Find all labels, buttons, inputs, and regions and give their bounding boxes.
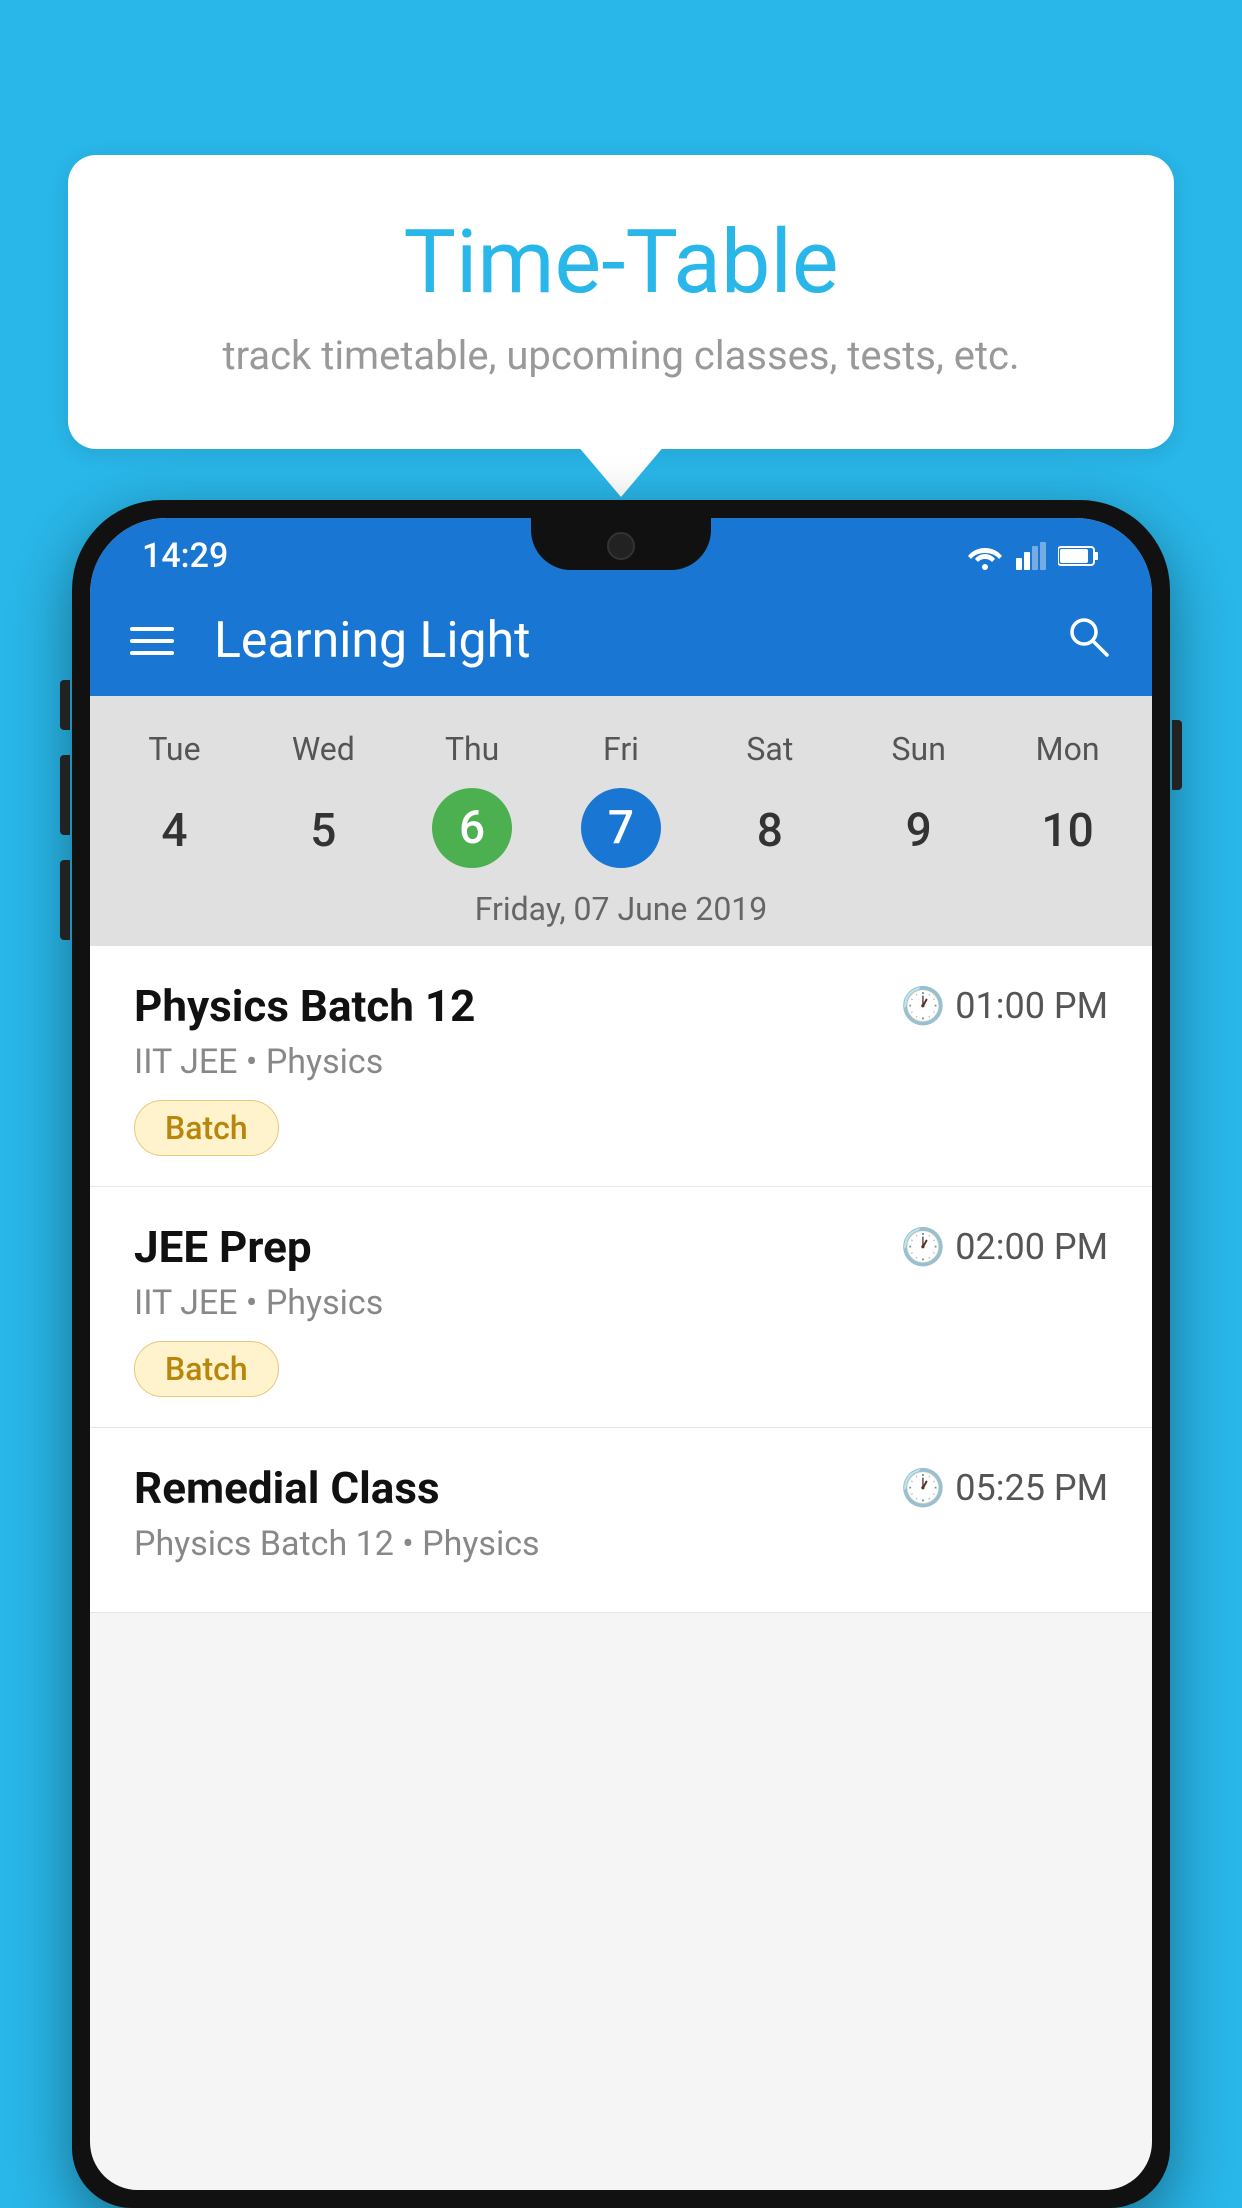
schedule-item-3[interactable]: Remedial Class 🕐 05:25 PM Physics Batch …: [90, 1428, 1152, 1613]
schedule-item-3-time: 🕐 05:25 PM: [900, 1467, 1108, 1509]
volume-up-button: [60, 680, 70, 730]
hamburger-line-3: [130, 651, 174, 655]
days-row: Tue Wed Thu Fri Sat Sun Mon: [90, 720, 1152, 778]
clock-icon-3: 🕐: [900, 1467, 945, 1509]
schedule-item-2[interactable]: JEE Prep 🕐 02:00 PM IIT JEE • Physics Ba…: [90, 1187, 1152, 1428]
day-label-wed: Wed: [249, 720, 398, 778]
schedule-item-3-header: Remedial Class 🕐 05:25 PM: [134, 1462, 1108, 1514]
schedule-item-1-meta: IIT JEE • Physics: [134, 1042, 1108, 1082]
schedule-list: Physics Batch 12 🕐 01:00 PM IIT JEE • Ph…: [90, 946, 1152, 1613]
battery-icon: [1058, 545, 1100, 567]
schedule-item-3-name: Remedial Class: [134, 1462, 440, 1514]
app-title: Learning Light: [214, 612, 1024, 670]
schedule-item-1-time: 🕐 01:00 PM: [900, 985, 1108, 1027]
notch: [531, 518, 711, 570]
schedule-item-2-header: JEE Prep 🕐 02:00 PM: [134, 1221, 1108, 1273]
phone-frame: 14:29: [72, 500, 1170, 2208]
calendar-strip: Tue Wed Thu Fri Sat Sun Mon 4 5 6 7 8 9 …: [90, 696, 1152, 946]
clock-icon-2: 🕐: [900, 1226, 945, 1268]
day-label-sun: Sun: [844, 720, 993, 778]
day-label-fri: Fri: [547, 720, 696, 778]
schedule-item-2-name: JEE Prep: [134, 1221, 312, 1273]
day-label-tue: Tue: [100, 720, 249, 778]
day-label-sat: Sat: [695, 720, 844, 778]
clock-icon-1: 🕐: [900, 985, 945, 1027]
dates-row: 4 5 6 7 8 9 10: [90, 778, 1152, 874]
tooltip-title: Time-Table: [128, 215, 1114, 312]
schedule-item-1[interactable]: Physics Batch 12 🕐 01:00 PM IIT JEE • Ph…: [90, 946, 1152, 1187]
app-bar: Learning Light: [90, 586, 1152, 696]
schedule-item-3-meta: Physics Batch 12 • Physics: [134, 1524, 1108, 1564]
date-8[interactable]: 8: [695, 788, 844, 874]
tooltip-subtitle: track timetable, upcoming classes, tests…: [128, 332, 1114, 379]
power-button: [1172, 720, 1182, 790]
batch-badge-2: Batch: [134, 1341, 279, 1397]
date-7-selected[interactable]: 7: [581, 788, 661, 868]
date-5[interactable]: 5: [249, 788, 398, 874]
hamburger-line-1: [130, 627, 174, 631]
phone-screen: 14:29: [90, 518, 1152, 2190]
hamburger-line-2: [130, 639, 174, 643]
schedule-item-1-header: Physics Batch 12 🕐 01:00 PM: [134, 980, 1108, 1032]
schedule-item-2-meta: IIT JEE • Physics: [134, 1283, 1108, 1323]
batch-badge-1: Batch: [134, 1100, 279, 1156]
date-6-today[interactable]: 6: [432, 788, 512, 868]
search-button[interactable]: [1064, 612, 1112, 671]
front-camera: [607, 532, 635, 560]
date-10[interactable]: 10: [993, 788, 1142, 874]
day-label-mon: Mon: [993, 720, 1142, 778]
signal-icon: [1016, 542, 1046, 570]
status-icons: [966, 542, 1100, 570]
selected-date-label: Friday, 07 June 2019: [90, 874, 1152, 946]
day-label-thu: Thu: [398, 720, 547, 778]
schedule-item-2-time: 🕐 02:00 PM: [900, 1226, 1108, 1268]
tooltip-card: Time-Table track timetable, upcoming cla…: [68, 155, 1174, 449]
status-time: 14:29: [142, 536, 228, 576]
schedule-item-1-name: Physics Batch 12: [134, 980, 475, 1032]
date-9[interactable]: 9: [844, 788, 993, 874]
silent-button: [60, 860, 70, 940]
volume-down-button: [60, 755, 70, 835]
menu-button[interactable]: [130, 627, 174, 655]
wifi-icon: [966, 542, 1004, 570]
date-4[interactable]: 4: [100, 788, 249, 874]
